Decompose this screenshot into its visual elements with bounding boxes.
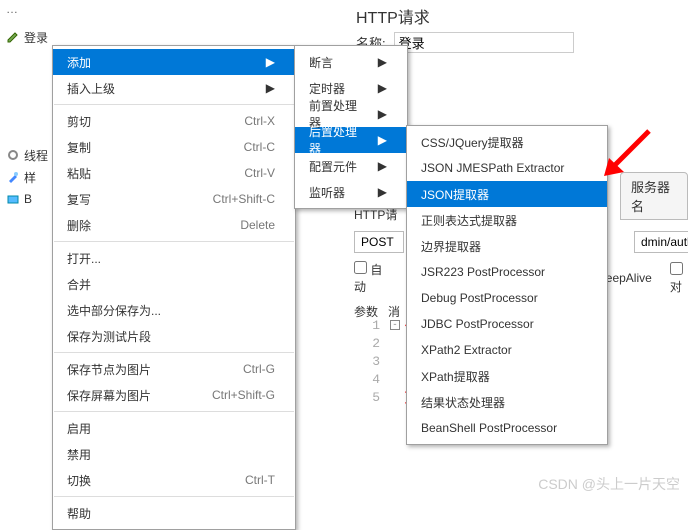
chevron-right-icon: ▶ [378,159,387,173]
menu-separator [54,411,294,412]
tree-label: B [24,192,32,206]
menu-insert-parent[interactable]: 插入上级▶ [53,75,295,101]
submenu-config-element[interactable]: 配置元件▶ [295,153,407,179]
menu-help[interactable]: 帮助 [53,500,295,526]
menu-save-screen-as-image[interactable]: 保存屏幕为图片Ctrl+Shift-G [53,382,295,408]
item-jsr223-postprocessor[interactable]: JSR223 PostProcessor [407,259,607,285]
annotation-arrow-icon [594,126,654,180]
name-input[interactable] [394,32,574,53]
menu-copy[interactable]: 复制Ctrl-C [53,134,295,160]
folder-icon [6,192,20,206]
menu-enable[interactable]: 启用 [53,415,295,441]
line-number: 4 [360,372,380,387]
menu-paste[interactable]: 粘贴Ctrl-V [53,160,295,186]
tree-label: 样 [24,169,36,186]
menu-save-selection-as[interactable]: 选中部分保存为... [53,297,295,323]
item-xpath-extractor[interactable]: XPath提取器 [407,363,607,389]
menu-separator [54,241,294,242]
panel-title: HTTP请求 [348,0,688,28]
http-method-input[interactable] [354,231,404,253]
menu-open[interactable]: 打开... [53,245,295,271]
gear-icon [6,148,20,162]
menu-save-as-test-fragment[interactable]: 保存为测试片段 [53,323,295,349]
chevron-right-icon: ▶ [378,133,387,147]
line-number: 1 [360,318,380,333]
chevron-right-icon: ▶ [266,55,275,69]
item-result-status-handler[interactable]: 结果状态处理器 [407,389,607,415]
submenu-listener[interactable]: 监听器▶ [295,179,407,205]
chevron-right-icon: ▶ [266,81,275,95]
item-json-extractor[interactable]: JSON提取器 [407,181,607,207]
dropper-icon [6,170,20,184]
line-number: 5 [360,390,380,405]
submenu-post-processors-list: CSS/JQuery提取器 JSON JMESPath Extractor JS… [406,125,608,445]
chevron-right-icon: ▶ [378,107,387,121]
pencil-icon [6,30,20,44]
item-xpath2-extractor[interactable]: XPath2 Extractor [407,337,607,363]
submenu-add: 断言▶ 定时器▶ 前置处理器▶ 后置处理器▶ 配置元件▶ 监听器▶ [294,45,408,209]
tree-label: 登录 [24,29,48,46]
fold-icon[interactable]: - [390,320,400,330]
line-number: 3 [360,354,380,369]
menu-save-node-as-image[interactable]: 保存节点为图片Ctrl-G [53,356,295,382]
item-boundary-extractor[interactable]: 边界提取器 [407,233,607,259]
multipart-checkbox[interactable]: 对 [670,262,688,295]
menu-separator [54,496,294,497]
item-css-jquery-extractor[interactable]: CSS/JQuery提取器 [407,129,607,155]
menu-disable[interactable]: 禁用 [53,441,295,467]
chevron-right-icon: ▶ [378,55,387,69]
chevron-right-icon: ▶ [378,81,387,95]
keepalive-checkbox[interactable]: eepAlive [606,271,652,285]
submenu-post-processors[interactable]: 后置处理器▶ [295,127,407,153]
context-menu: 添加▶ 插入上级▶ 剪切Ctrl-X 复制Ctrl-C 粘贴Ctrl-V 复写C… [52,45,296,530]
http-path-input[interactable] [634,231,688,253]
menu-separator [54,352,294,353]
watermark: CSDN @头上一片天空 [538,474,680,494]
menu-duplicate[interactable]: 复写Ctrl+Shift-C [53,186,295,212]
tree-label: 线程 [24,147,48,164]
submenu-assertions[interactable]: 断言▶ [295,49,407,75]
menu-separator [54,104,294,105]
item-debug-postprocessor[interactable]: Debug PostProcessor [407,285,607,311]
menu-toggle[interactable]: 切换Ctrl-T [53,467,295,493]
item-jdbc-postprocessor[interactable]: JDBC PostProcessor [407,311,607,337]
item-regex-extractor[interactable]: 正则表达式提取器 [407,207,607,233]
auto-redirect-checkbox[interactable]: 自动 [354,261,391,295]
item-beanshell-postprocessor[interactable]: BeanShell PostProcessor [407,415,607,441]
chevron-right-icon: ▶ [378,185,387,199]
menu-merge[interactable]: 合并 [53,271,295,297]
line-number: 2 [360,336,380,351]
menu-delete[interactable]: 删除Delete [53,212,295,238]
menu-add[interactable]: 添加▶ [53,49,295,75]
item-json-jmespath-extractor[interactable]: JSON JMESPath Extractor [407,155,607,181]
menu-cut[interactable]: 剪切Ctrl-X [53,108,295,134]
